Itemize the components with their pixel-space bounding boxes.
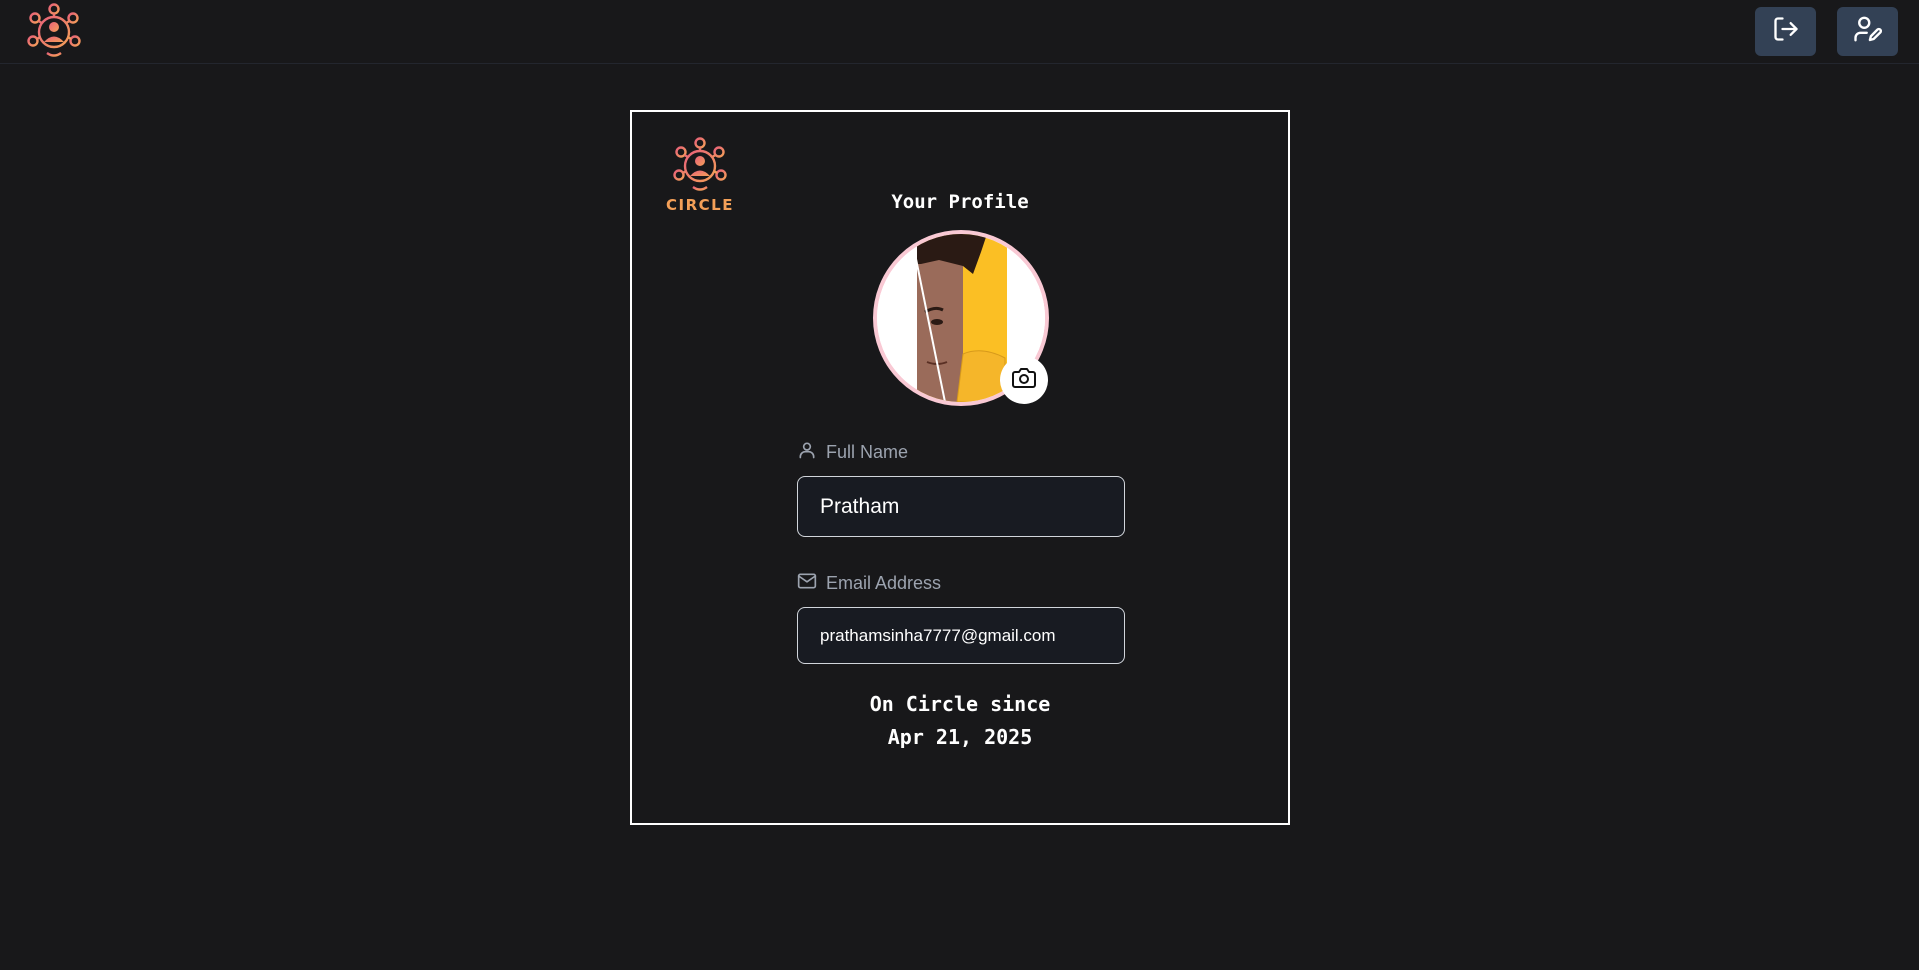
full-name-value: Pratham bbox=[820, 494, 900, 518]
circle-logo-icon bbox=[673, 137, 727, 191]
email-field[interactable]: prathamsinha7777@gmail.com bbox=[797, 607, 1125, 664]
edit-profile-button[interactable] bbox=[1837, 7, 1898, 56]
page-title: Your Profile bbox=[891, 191, 1029, 213]
full-name-label-text: Full Name bbox=[826, 441, 909, 462]
user-icon bbox=[797, 440, 826, 465]
email-label: Email Address bbox=[797, 571, 941, 595]
profile-card: CIRCLE Your Profile Full Name Pratham Em… bbox=[630, 110, 1290, 825]
camera-icon bbox=[1012, 366, 1036, 395]
member-since-date: Apr 21, 2025 bbox=[887, 725, 1033, 749]
circle-logo-icon[interactable] bbox=[23, 3, 85, 59]
change-photo-button[interactable] bbox=[1000, 356, 1048, 404]
logout-button[interactable] bbox=[1755, 7, 1816, 56]
mail-icon bbox=[797, 571, 826, 596]
member-since-label: On Circle since bbox=[869, 692, 1051, 716]
email-value: prathamsinha7777@gmail.com bbox=[820, 625, 1056, 645]
full-name-label: Full Name bbox=[797, 440, 908, 464]
top-navigation-bar bbox=[0, 0, 1919, 64]
member-since: On Circle since Apr 21, 2025 bbox=[632, 688, 1288, 754]
full-name-field[interactable]: Pratham bbox=[797, 476, 1125, 537]
avatar-container bbox=[873, 230, 1049, 406]
email-label-text: Email Address bbox=[826, 572, 942, 593]
logout-icon bbox=[1772, 15, 1800, 48]
edit-profile-icon bbox=[1853, 14, 1883, 49]
